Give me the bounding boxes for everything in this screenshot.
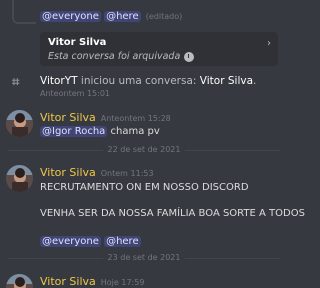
system-thread-name[interactable]: Vitor Silva [200, 75, 253, 87]
avatar[interactable] [6, 110, 33, 137]
message-content: @Igor Rocha chama pv [40, 126, 160, 137]
message-mentions: @everyone @here [40, 236, 141, 247]
date-divider: 22 de set de 2021 [8, 145, 280, 155]
message-author[interactable]: Vitor Silva [40, 111, 96, 124]
reply-connector [12, 0, 36, 24]
thread-title: Vitor Silva [48, 37, 107, 48]
message-header: Vitor Silva Ontem 11:53 [40, 166, 154, 179]
avatar[interactable] [6, 165, 33, 192]
thread-status: Esta conversa foi arquivada [48, 51, 195, 62]
thread-icon: ⌗ [12, 75, 20, 90]
message-timestamp: Ontem 11:53 [100, 169, 154, 178]
date-divider: 23 de set de 2021 [8, 253, 280, 263]
message-header: Vitor Silva Anteontem 15:28 [40, 111, 171, 124]
message-line: VENHA SER DA NOSSA FAMÍLIA BOA SORTE A T… [40, 208, 305, 219]
message-text: chama pv [110, 126, 160, 137]
chevron-right-icon[interactable]: › [267, 38, 271, 49]
message-line: RECRUTAMENTO ON EM NOSSO DISCORD [40, 182, 249, 193]
chat-message-list: @everyone @here (editado) Vitor Silva Es… [0, 0, 305, 288]
message-author[interactable]: Vitor Silva [40, 275, 96, 288]
message-header: Vitor Silva Hoje 17:59 [40, 275, 144, 288]
message-timestamp: Anteontem 15:28 [100, 114, 171, 123]
date-divider-label: 23 de set de 2021 [103, 253, 185, 262]
system-text: iniciou uma conversa: [80, 75, 197, 87]
system-author[interactable]: VitorYT [40, 75, 78, 87]
clock-icon [184, 51, 195, 62]
date-divider-label: 22 de set de 2021 [103, 145, 185, 154]
system-timestamp: Anteontem 15:01 [40, 89, 111, 98]
message-author[interactable]: Vitor Silva [40, 166, 96, 179]
message-mentions: @everyone @here (editado) [40, 11, 182, 22]
edited-label: (editado) [145, 12, 183, 21]
mention-everyone[interactable]: @everyone [40, 236, 101, 247]
system-message: VitorYT iniciou uma conversa: Vitor Silv… [40, 75, 256, 87]
system-trailing: . [253, 75, 257, 87]
avatar[interactable] [6, 274, 33, 288]
user-mention[interactable]: @Igor Rocha [40, 126, 108, 137]
message-timestamp: Hoje 17:59 [100, 278, 145, 287]
thread-card[interactable]: Vitor Silva Esta conversa foi arquivada … [40, 32, 278, 66]
thread-archived-text: Esta conversa foi arquivada [48, 51, 181, 62]
mention-here[interactable]: @here [104, 11, 141, 22]
mention-here[interactable]: @here [104, 236, 141, 247]
mention-everyone[interactable]: @everyone [40, 11, 101, 22]
